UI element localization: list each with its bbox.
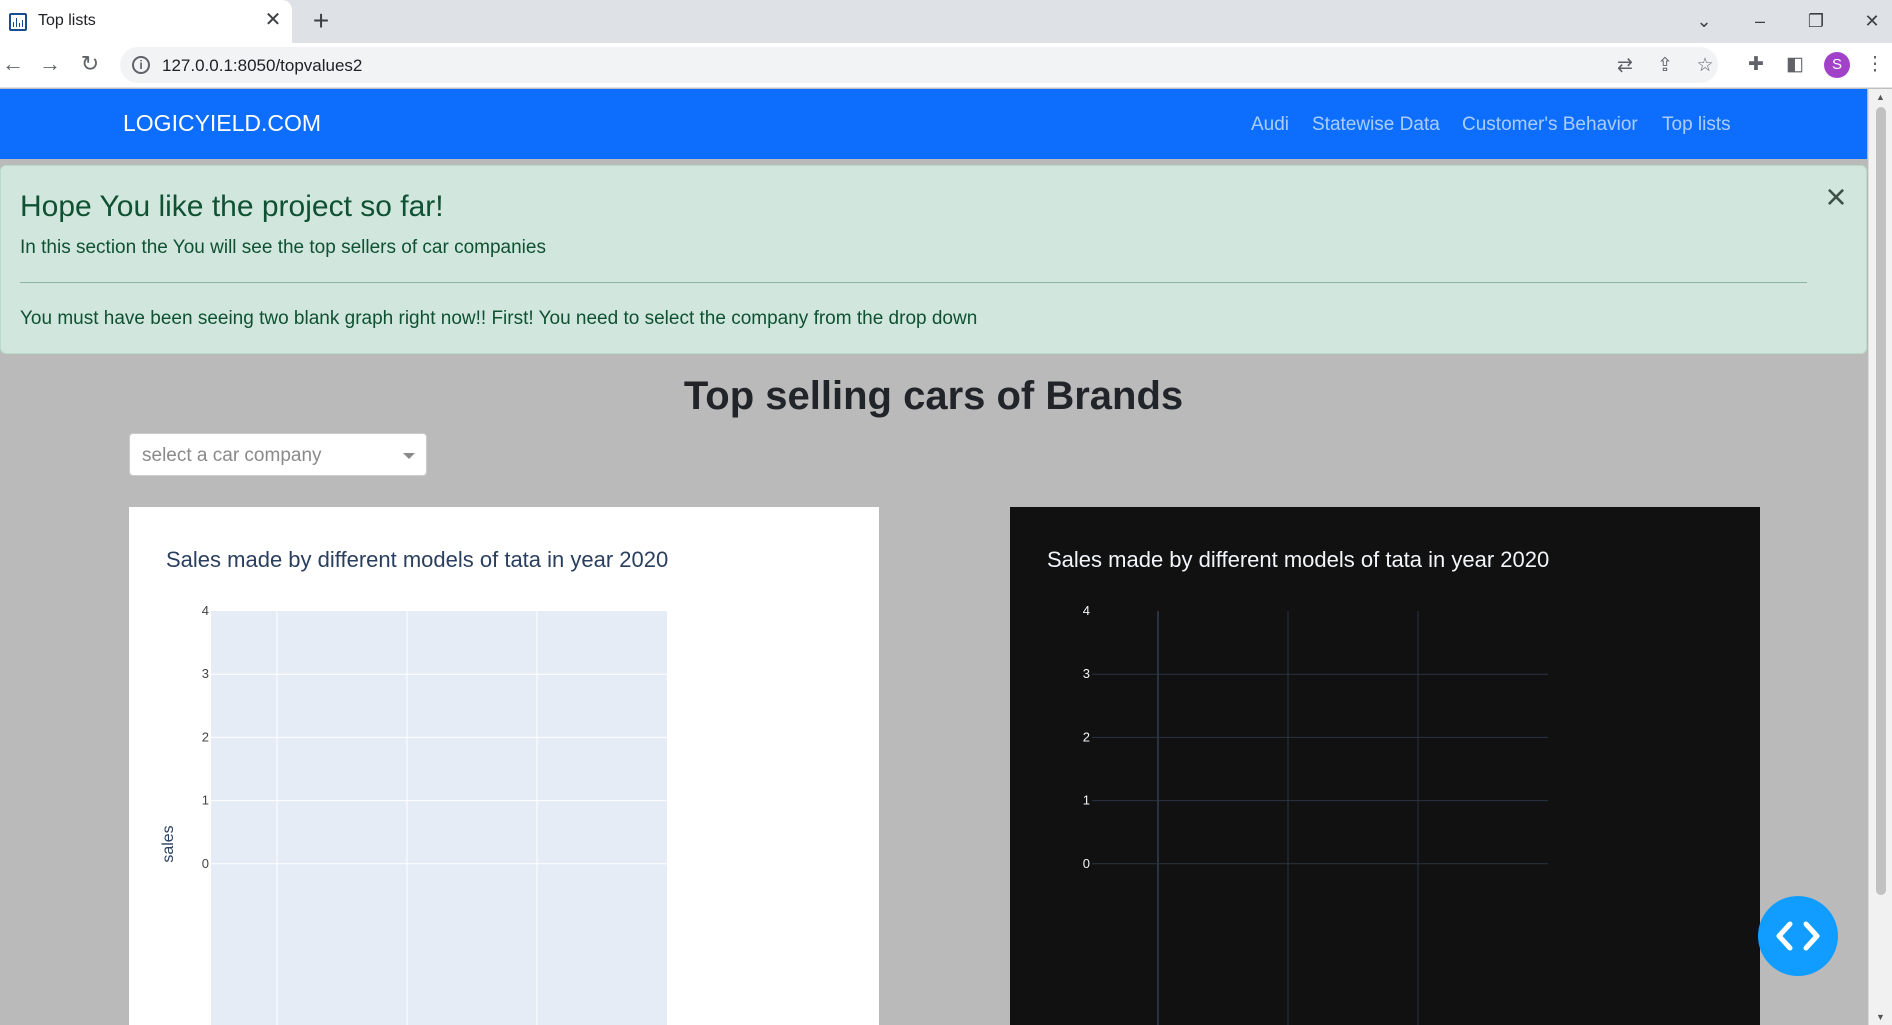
- dropdown-placeholder: select a car company: [142, 445, 322, 466]
- sales-chart-dark: 0 1 2 3 4 Sales made by different models of …: [1010, 507, 1760, 1025]
- y-tick-label: 4: [202, 603, 209, 618]
- alert-note: You must have been seeing two blank grap…: [20, 308, 978, 329]
- page-title: Top selling cars of Brands: [683, 374, 1184, 418]
- chevron-down-icon[interactable]: ⌄: [1684, 6, 1724, 36]
- plot-area[interactable]: [1092, 611, 1548, 1025]
- alert-heading: Hope You like the project so far!: [20, 190, 444, 223]
- back-icon[interactable]: ←: [0, 51, 26, 77]
- y-tick-label: 4: [1083, 603, 1090, 618]
- side-panel-icon[interactable]: ◧: [1782, 52, 1808, 78]
- chart-title: Sales made by different models of tata i…: [1047, 547, 1550, 572]
- tab-title: Top lists: [38, 12, 96, 29]
- forward-icon[interactable]: →: [37, 51, 63, 77]
- y-tick-label: 1: [202, 793, 209, 808]
- scroll-up-icon[interactable]: ▲: [1869, 89, 1892, 105]
- brand-link[interactable]: LOGICYIELD.COM: [123, 110, 321, 137]
- avatar[interactable]: S: [1824, 52, 1850, 78]
- browser-tab[interactable]: Top lists ✕: [0, 0, 292, 43]
- share-icon[interactable]: ⇪: [1652, 53, 1678, 79]
- sales-chart-light: 0 1 2 3 4 sales Sales made by different model…: [129, 507, 879, 1025]
- navbar: LOGICYIELD.COM Audi Statewise Data Custo…: [0, 89, 1867, 159]
- browser-toolbar: ← → ↻ i 127.0.0.1:8050/topvalues2 ⇄ ⇪ ☆ …: [0, 43, 1892, 88]
- nav-link-top-lists[interactable]: Top lists: [1662, 114, 1731, 136]
- y-tick-label: 3: [202, 666, 209, 681]
- address-bar[interactable]: i 127.0.0.1:8050/topvalues2 ⇄ ⇪ ☆: [120, 47, 1718, 83]
- chart-title: Sales made by different models of tata i…: [166, 547, 669, 572]
- y-tick-label: 1: [1083, 793, 1090, 808]
- chart-favicon-icon: [9, 13, 27, 31]
- page-viewport: LOGICYIELD.COM Audi Statewise Data Custo…: [0, 89, 1892, 1025]
- scroll-down-icon[interactable]: ▼: [1869, 1009, 1892, 1025]
- restore-icon[interactable]: ❐: [1796, 6, 1836, 36]
- chart-light-svg: 0 1 2 3 4 sales: [160, 603, 667, 1025]
- code-brackets-icon: [1776, 921, 1820, 951]
- reload-icon[interactable]: ↻: [77, 51, 103, 77]
- close-icon[interactable]: ×: [1819, 179, 1853, 215]
- close-icon[interactable]: ✕: [262, 9, 284, 31]
- url-text[interactable]: 127.0.0.1:8050/topvalues2: [162, 56, 362, 76]
- info-icon[interactable]: i: [132, 56, 150, 74]
- y-tick-label: 0: [202, 856, 209, 871]
- info-alert: Hope You like the project so far! In thi…: [0, 165, 1867, 354]
- plot-area[interactable]: [211, 611, 667, 1025]
- scroll-thumb[interactable]: [1876, 107, 1886, 895]
- extensions-icon[interactable]: ✚: [1743, 52, 1769, 78]
- nav-link-customers-behavior[interactable]: Customer's Behavior: [1462, 114, 1638, 136]
- minimize-icon[interactable]: –: [1740, 6, 1780, 36]
- nav-link-statewise-data[interactable]: Statewise Data: [1312, 114, 1440, 136]
- y-tick-label: 3: [1083, 666, 1090, 681]
- nav-link-audi[interactable]: Audi: [1251, 114, 1289, 136]
- page-scrollbar[interactable]: ▲ ▼: [1868, 89, 1892, 1025]
- caret-down-icon[interactable]: [403, 453, 415, 459]
- y-axis-label: sales: [160, 825, 177, 862]
- browser-tab-strip: Top lists ✕ + ⌄ – ❐ ✕: [0, 0, 1892, 43]
- alert-divider: [20, 282, 1807, 283]
- y-tick-label: 0: [1083, 856, 1090, 871]
- car-company-dropdown[interactable]: select a car company: [129, 433, 427, 476]
- chart-dark-svg: 0 1 2 3 4: [1083, 603, 1548, 1025]
- code-toggle-button[interactable]: [1758, 896, 1838, 976]
- window-close-icon[interactable]: ✕: [1852, 6, 1892, 36]
- alert-text: In this section the You will see the top…: [20, 237, 546, 258]
- plus-icon[interactable]: +: [307, 7, 335, 35]
- star-icon[interactable]: ☆: [1692, 53, 1718, 79]
- y-tick-label: 2: [1083, 729, 1090, 744]
- translate-icon[interactable]: ⇄: [1612, 53, 1638, 79]
- menu-icon[interactable]: ⋮: [1862, 52, 1888, 78]
- y-tick-label: 2: [202, 729, 209, 744]
